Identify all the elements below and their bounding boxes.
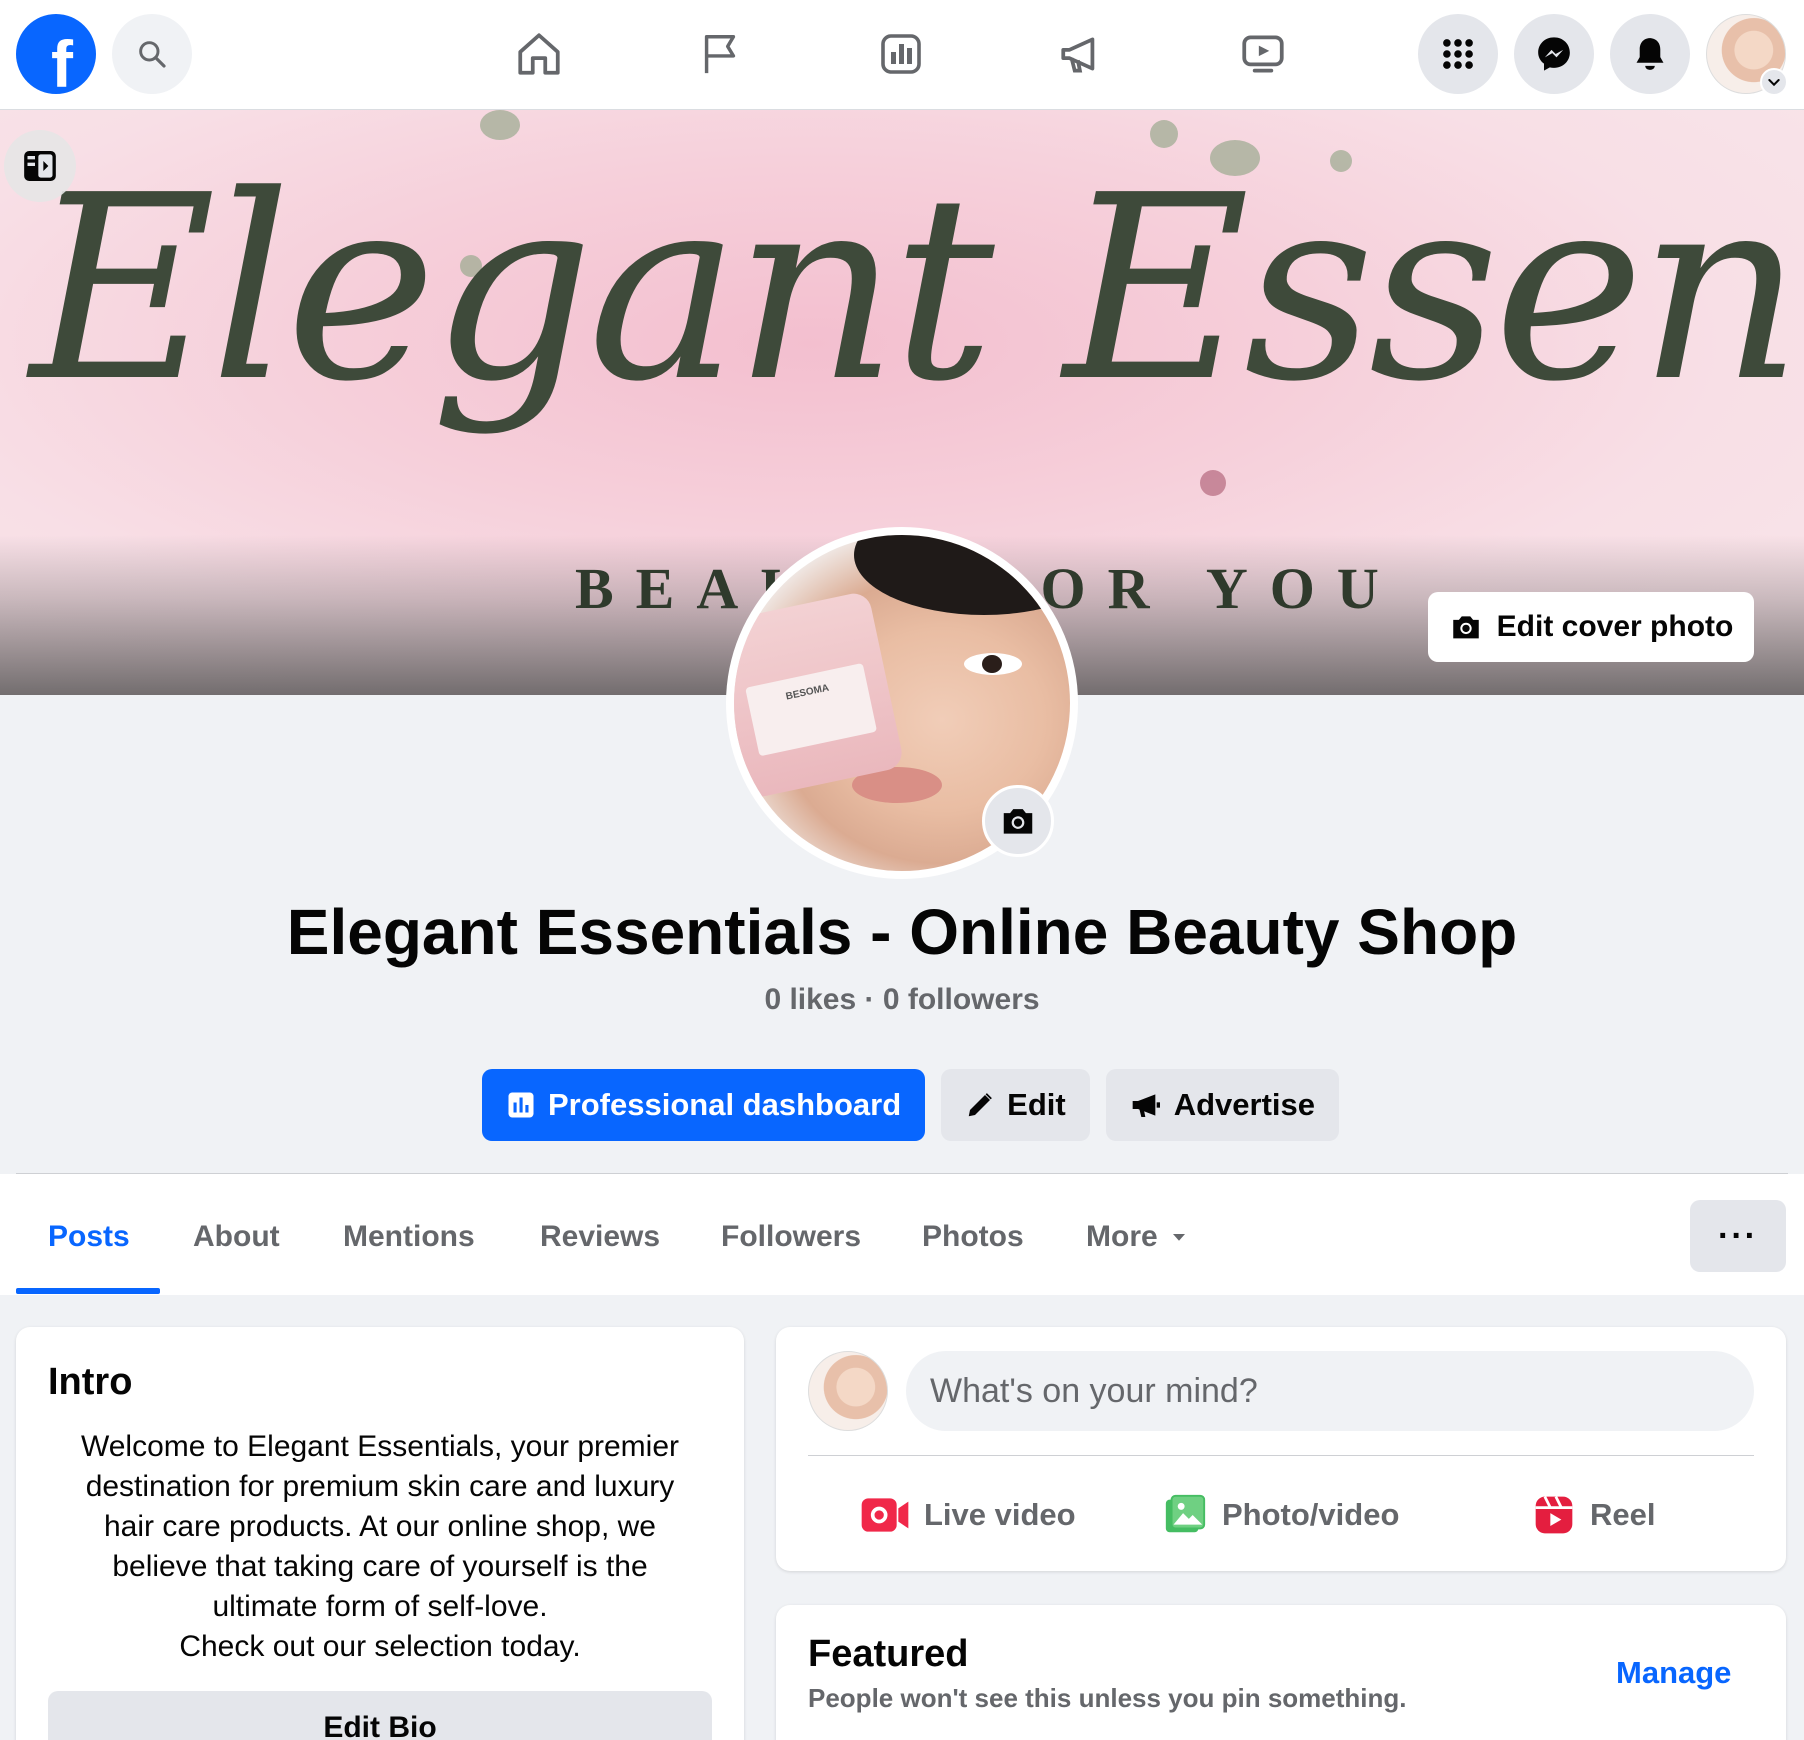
flag-icon: [704, 35, 736, 74]
composer-divider: [808, 1455, 1754, 1456]
camera-icon: [1452, 616, 1479, 639]
menu-grid-icon: [1443, 39, 1473, 69]
reel-label: Reel: [1590, 1497, 1656, 1532]
featured-card: Featured People won't see this unless yo…: [776, 1605, 1786, 1740]
dashboard-icon: [508, 1092, 534, 1118]
tab-followers[interactable]: Followers: [721, 1220, 861, 1254]
profile-photo-hair: [854, 535, 1070, 615]
profile-photo-eye: [964, 653, 1022, 675]
intro-card: Intro Welcome to Elegant Essentials, you…: [16, 1327, 744, 1740]
tab-more[interactable]: More: [1086, 1220, 1188, 1254]
active-tab-indicator: [16, 1288, 160, 1294]
reel-icon: [1535, 1496, 1573, 1534]
facebook-logo[interactable]: f: [16, 14, 96, 101]
nav-home[interactable]: [503, 18, 575, 90]
photo-video-label: Photo/video: [1222, 1497, 1400, 1532]
bell-icon: [1636, 38, 1664, 70]
live-video-button[interactable]: Live video: [860, 1487, 1076, 1543]
cover-splatter: [1200, 470, 1226, 496]
product-jar: BESOMA: [734, 590, 905, 800]
more-options-button[interactable]: ···: [1690, 1200, 1786, 1272]
reel-button[interactable]: Reel: [1532, 1487, 1655, 1543]
top-navigation-bar: f: [0, 0, 1804, 110]
live-video-label: Live video: [924, 1497, 1076, 1532]
caret-down-icon: [1172, 1234, 1185, 1241]
facebook-logo-letter: f: [51, 27, 73, 101]
update-profile-picture-button[interactable]: [982, 785, 1054, 857]
tab-more-label: More: [1086, 1220, 1158, 1253]
tab-mentions[interactable]: Mentions: [343, 1220, 475, 1254]
sidebar-toggle-button[interactable]: [4, 130, 76, 202]
featured-subtitle: People won't see this unless you pin som…: [808, 1683, 1407, 1713]
cover-splatter: [480, 110, 520, 140]
manage-featured-link[interactable]: Manage: [1616, 1655, 1731, 1691]
sidebar-panel-icon: [24, 151, 56, 181]
notifications-button[interactable]: [1610, 14, 1690, 94]
account-menu-toggle[interactable]: [1760, 68, 1788, 96]
camera-icon: [1003, 809, 1033, 834]
nav-video[interactable]: [1227, 18, 1299, 90]
home-icon: [518, 33, 560, 75]
edit-bio-button[interactable]: Edit Bio: [48, 1691, 712, 1740]
edit-page-button[interactable]: Edit: [941, 1069, 1090, 1141]
chevron-down-icon: [1768, 79, 1780, 87]
nav-ad-center[interactable]: [1046, 18, 1118, 90]
intro-bio: Welcome to Elegant Essentials, your prem…: [80, 1430, 680, 1663]
search-button[interactable]: [112, 14, 192, 94]
post-composer: What's on your mind? Live video Photo/vi…: [776, 1327, 1786, 1571]
tab-about[interactable]: About: [193, 1220, 280, 1254]
messenger-button[interactable]: [1514, 14, 1594, 94]
photo-video-button[interactable]: Photo/video: [1162, 1487, 1399, 1543]
megaphone-icon: [1061, 37, 1095, 73]
nav-pages[interactable]: [684, 18, 756, 90]
pencil-icon: [968, 1093, 993, 1117]
tab-reviews[interactable]: Reviews: [540, 1220, 660, 1254]
search-icon: [139, 41, 166, 68]
page-actions: Professional dashboard Edit Advertise: [482, 1069, 1339, 1141]
edit-cover-photo-button[interactable]: Edit cover photo: [1428, 592, 1754, 662]
menu-button[interactable]: [1418, 14, 1498, 94]
page-stats[interactable]: 0 likes · 0 followers: [0, 983, 1804, 1017]
page-tabs: Posts About Mentions Reviews Followers P…: [0, 1174, 1804, 1295]
professional-dashboard-label: Professional dashboard: [548, 1087, 902, 1122]
messenger-icon: [1538, 37, 1570, 71]
photo-icon: [1165, 1494, 1206, 1533]
advertise-button[interactable]: Advertise: [1105, 1069, 1339, 1141]
composer-placeholder: What's on your mind?: [930, 1371, 1258, 1410]
live-video-icon: [861, 1498, 909, 1532]
edit-cover-photo-label: Edit cover photo: [1496, 610, 1734, 643]
featured-title: Featured: [808, 1633, 969, 1675]
composer-input[interactable]: What's on your mind?: [906, 1351, 1754, 1431]
advertise-label: Advertise: [1173, 1087, 1315, 1122]
tab-photos[interactable]: Photos: [922, 1220, 1024, 1254]
cover-script-title: Elegant Essentials: [30, 141, 1804, 438]
composer-avatar[interactable]: [808, 1351, 888, 1431]
video-icon: [1242, 35, 1284, 73]
product-jar-label: BESOMA: [745, 662, 878, 757]
professional-dashboard-button[interactable]: Professional dashboard: [482, 1069, 926, 1141]
page-title: Elegant Essentials - Online Beauty Shop: [286, 896, 1518, 968]
edit-page-label: Edit: [1007, 1087, 1066, 1122]
tab-posts[interactable]: Posts: [48, 1220, 130, 1254]
megaphone-icon: [1132, 1094, 1160, 1117]
nav-insights[interactable]: [865, 18, 937, 90]
insights-icon: [881, 34, 921, 74]
intro-title: Intro: [48, 1361, 133, 1403]
